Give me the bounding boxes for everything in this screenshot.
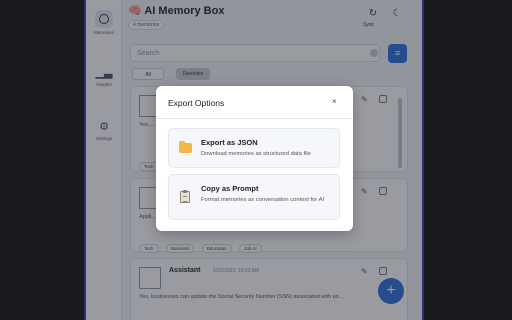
clipboard-icon (179, 190, 192, 203)
copy-prompt-option[interactable]: Copy as Prompt Format memories as conver… (168, 174, 340, 220)
option-title: Export as JSON (201, 138, 258, 147)
close-icon[interactable]: × (332, 97, 337, 106)
modal-header: Export Options × (156, 86, 353, 119)
option-description: Download memories as structured data fil… (201, 151, 311, 157)
modal-title: Export Options (168, 98, 225, 108)
option-title: Copy as Prompt (201, 184, 259, 193)
window-edge-right (422, 0, 424, 320)
export-options-modal: Export Options × Export as JSON Download… (156, 86, 353, 231)
option-description: Format memories as conversation context … (201, 197, 325, 203)
export-json-option[interactable]: Export as JSON Download memories as stru… (168, 128, 340, 168)
app-frame: Memories ▁▃ Insights ⚙ Settings 🧠 AI Mem… (86, 0, 422, 320)
folder-icon (179, 141, 192, 154)
